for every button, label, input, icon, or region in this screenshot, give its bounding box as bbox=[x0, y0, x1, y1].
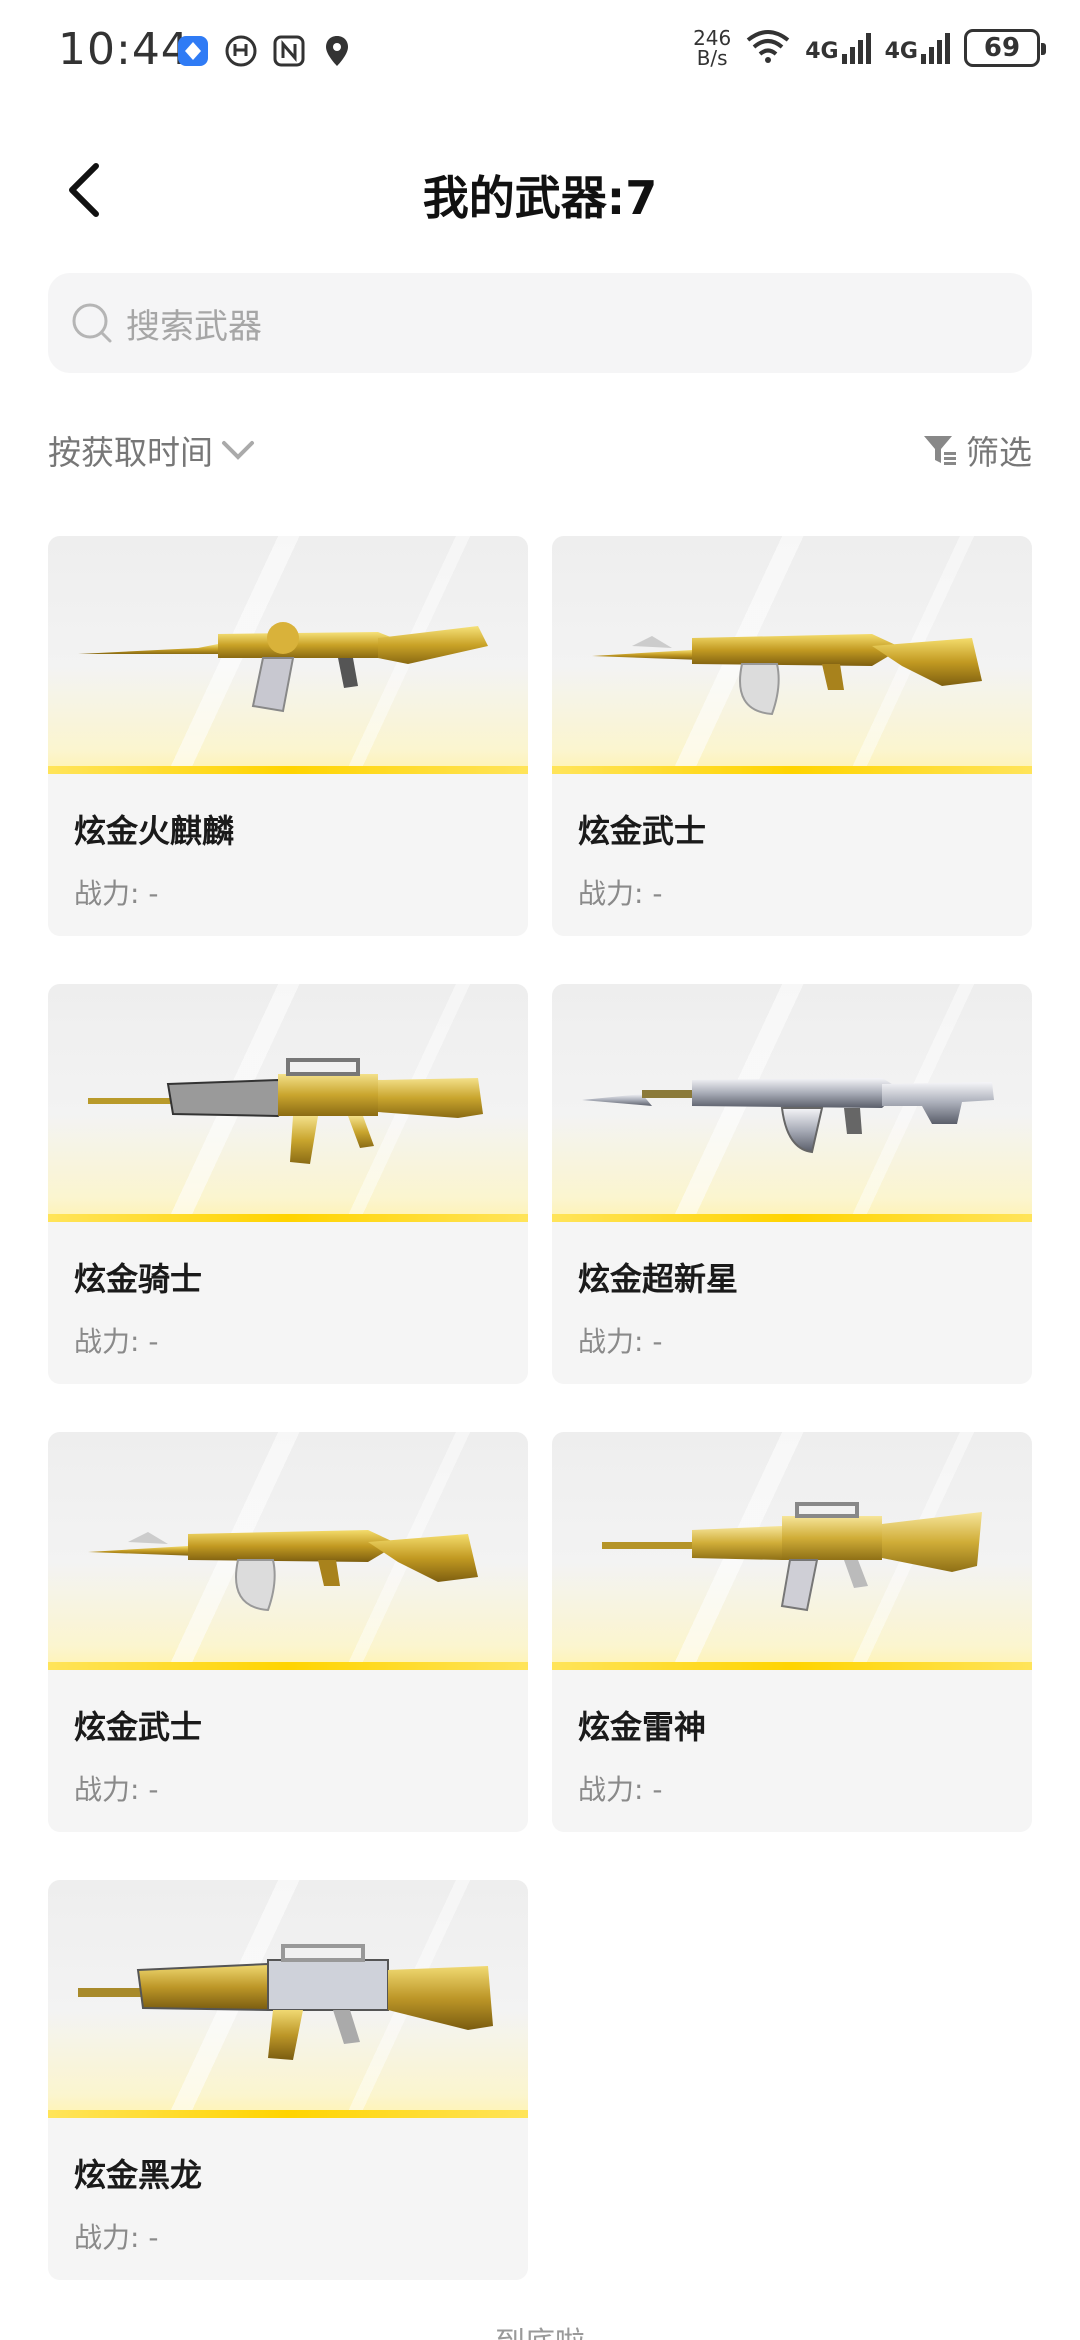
weapon-model-image bbox=[78, 1944, 493, 2060]
filter-icon bbox=[924, 436, 956, 465]
weapon-name: 炫金武士 bbox=[578, 812, 707, 850]
end-of-list-hint: 到底啦 bbox=[0, 2318, 1080, 2340]
rarity-stripe bbox=[48, 766, 528, 774]
weapon-name: 炫金火麒麟 bbox=[74, 812, 235, 850]
weapon-power: 战力: - bbox=[74, 2221, 159, 2254]
weapon-model-image bbox=[582, 1078, 994, 1154]
rarity-stripe bbox=[552, 1662, 1032, 1670]
weapon-power: 战力: - bbox=[578, 877, 663, 910]
weapon-power: 战力: - bbox=[578, 1325, 663, 1358]
wifi-icon bbox=[745, 28, 791, 68]
signal-bars-icon bbox=[841, 33, 871, 64]
weapon-model-image bbox=[88, 1530, 478, 1612]
system-icons: 246 B/s 4G 4G 69 bbox=[693, 26, 1046, 70]
weapon-card[interactable]: 炫金骑士战力: - bbox=[48, 984, 528, 1384]
signal-2: 4G bbox=[885, 32, 950, 64]
weapon-image bbox=[48, 536, 528, 774]
page-header: 我的武器:7 bbox=[0, 140, 1080, 240]
weapon-name: 炫金骑士 bbox=[74, 1260, 203, 1298]
vpn-icon bbox=[224, 34, 258, 68]
weapon-model-image bbox=[602, 1502, 982, 1612]
search-input[interactable]: 搜索武器 bbox=[48, 273, 1032, 373]
weapon-name: 炫金雷神 bbox=[578, 1708, 707, 1746]
weapon-model-image bbox=[88, 1058, 483, 1164]
weapon-model-image bbox=[592, 634, 982, 716]
filter-label: 筛选 bbox=[966, 433, 1032, 472]
weapon-grid: 炫金火麒麟 战力: - 炫金武士 战力: - 炫金骑士 战力: - 炫金超新星 战力: … bbox=[48, 536, 1032, 2280]
weapon-card[interactable]: 炫金武士战力: - bbox=[552, 536, 1032, 936]
weapon-card[interactable]: 炫金武士战力: - bbox=[48, 1432, 528, 1832]
rarity-stripe bbox=[552, 766, 1032, 774]
search-placeholder: 搜索武器 bbox=[126, 306, 262, 347]
sort-label: 按获取时间 bbox=[48, 433, 213, 472]
network-speed: 246 B/s bbox=[693, 26, 732, 70]
weapon-name: 炫金武士 bbox=[74, 1708, 203, 1746]
nfc-icon bbox=[272, 34, 306, 68]
status-time: 10:44 bbox=[58, 24, 190, 75]
signal-bars-icon bbox=[921, 33, 950, 64]
search-icon bbox=[72, 303, 112, 343]
sort-dropdown[interactable]: 按获取时间 bbox=[48, 426, 255, 474]
weapon-image bbox=[48, 1432, 528, 1670]
weapon-card[interactable]: 炫金超新星战力: - bbox=[552, 984, 1032, 1384]
status-bar: 10:44 246 B/s 4G 4G 69 bbox=[0, 0, 1080, 110]
rarity-stripe bbox=[552, 1214, 1032, 1222]
battery-indicator: 69 bbox=[964, 29, 1046, 67]
filter-button[interactable]: 筛选 bbox=[922, 426, 1032, 474]
rarity-stripe bbox=[48, 1662, 528, 1670]
weapon-image bbox=[552, 984, 1032, 1222]
notification-icons bbox=[176, 34, 354, 68]
filter-row: 按获取时间 筛选 bbox=[48, 420, 1032, 480]
rarity-stripe bbox=[48, 1214, 528, 1222]
signal-1: 4G bbox=[805, 32, 871, 64]
weapon-image bbox=[48, 984, 528, 1222]
weapon-power: 战力: - bbox=[74, 1773, 159, 1806]
weapon-card[interactable]: 炫金火麒麟战力: - bbox=[48, 536, 528, 936]
weapon-name: 炫金超新星 bbox=[578, 1260, 739, 1298]
weapon-image bbox=[48, 1880, 528, 2118]
weapon-power: 战力: - bbox=[74, 877, 159, 910]
weapon-card[interactable]: 炫金黑龙战力: - bbox=[48, 1880, 528, 2280]
rarity-stripe bbox=[48, 2110, 528, 2118]
weapon-power: 战力: - bbox=[74, 1325, 159, 1358]
weapon-power: 战力: - bbox=[578, 1773, 663, 1806]
app-notification-icon bbox=[176, 34, 210, 68]
page-title: 我的武器:7 bbox=[422, 171, 658, 225]
location-icon bbox=[320, 34, 354, 68]
weapon-card[interactable]: 炫金雷神战力: - bbox=[552, 1432, 1032, 1832]
weapon-name: 炫金黑龙 bbox=[74, 2156, 203, 2194]
weapon-image bbox=[552, 1432, 1032, 1670]
weapon-model-image bbox=[78, 622, 488, 713]
chevron-down-icon bbox=[222, 441, 254, 460]
weapon-image bbox=[552, 536, 1032, 774]
